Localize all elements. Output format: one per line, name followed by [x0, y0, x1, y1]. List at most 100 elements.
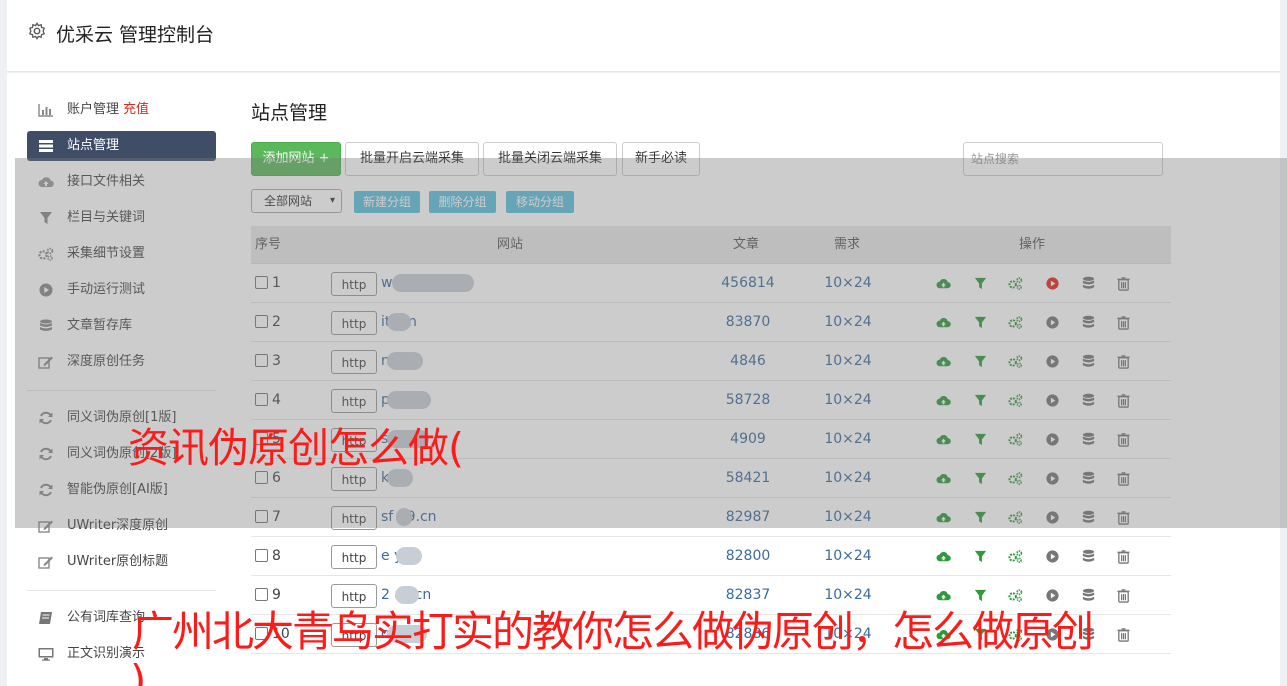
- recharge-link[interactable]: 充值: [123, 102, 149, 117]
- filter-icon[interactable]: [973, 393, 988, 408]
- article-count[interactable]: 82800: [708, 537, 788, 575]
- gears-icon[interactable]: [1008, 354, 1023, 369]
- row-checkbox[interactable]: [255, 354, 268, 367]
- sidebar-item-ai-rewrite[interactable]: 智能伪原创[AI版]: [27, 472, 216, 508]
- cloud-upload-icon[interactable]: [936, 510, 951, 525]
- article-count[interactable]: 82987: [708, 498, 788, 536]
- filter-icon[interactable]: [973, 510, 988, 525]
- article-count[interactable]: 58728: [708, 381, 788, 419]
- demand-value[interactable]: 10×24: [811, 420, 885, 458]
- gears-icon[interactable]: [1008, 471, 1023, 486]
- gears-icon[interactable]: [1008, 510, 1023, 525]
- trash-icon[interactable]: [1116, 510, 1131, 525]
- batch-close-button[interactable]: 批量关闭云端采集: [483, 142, 617, 176]
- sidebar-item-collect-settings[interactable]: 采集细节设置: [27, 236, 216, 272]
- sidebar-item-uwriter-title[interactable]: UWriter原创标题: [27, 544, 216, 580]
- sidebar-item-deep-original[interactable]: 深度原创任务: [27, 344, 216, 380]
- play-circle-icon[interactable]: [1045, 549, 1060, 564]
- sidebar-item-uwriter-deep[interactable]: UWriter深度原创: [27, 508, 216, 544]
- batch-open-button[interactable]: 批量开启云端采集: [345, 142, 479, 176]
- filter-icon[interactable]: [973, 354, 988, 369]
- row-checkbox[interactable]: [255, 276, 268, 289]
- site-group-select[interactable]: 全部网站 ▾: [251, 189, 342, 213]
- trash-icon[interactable]: [1116, 588, 1131, 603]
- database-icon[interactable]: [1081, 549, 1096, 564]
- cloud-upload-icon[interactable]: [936, 354, 951, 369]
- demand-value[interactable]: 10×24: [811, 498, 885, 536]
- database-icon[interactable]: [1081, 471, 1096, 486]
- play-circle-icon[interactable]: [1045, 354, 1060, 369]
- article-count[interactable]: 58421: [708, 459, 788, 497]
- gears-icon[interactable]: [1008, 393, 1023, 408]
- gears-icon[interactable]: [1008, 276, 1023, 291]
- cloud-upload-icon[interactable]: [936, 315, 951, 330]
- site-search-input[interactable]: 站点搜索: [963, 142, 1163, 176]
- gears-icon[interactable]: [1008, 315, 1023, 330]
- database-icon[interactable]: [1081, 354, 1096, 369]
- demand-value[interactable]: 10×24: [811, 459, 885, 497]
- cloud-upload-icon[interactable]: [936, 393, 951, 408]
- trash-icon[interactable]: [1116, 432, 1131, 447]
- row-checkbox[interactable]: [255, 510, 268, 523]
- filter-icon[interactable]: [973, 315, 988, 330]
- demand-value[interactable]: 10×24: [811, 264, 885, 302]
- trash-icon[interactable]: [1116, 471, 1131, 486]
- demand-value[interactable]: 10×24: [811, 537, 885, 575]
- new-group-button[interactable]: 新建分组: [354, 191, 420, 213]
- demand-value[interactable]: 10×24: [811, 381, 885, 419]
- filter-icon[interactable]: [973, 471, 988, 486]
- add-site-button[interactable]: 添加网站 +: [251, 142, 341, 176]
- database-icon[interactable]: [1081, 276, 1096, 291]
- delete-group-button[interactable]: 删除分组: [429, 191, 496, 213]
- play-circle-icon[interactable]: [1045, 393, 1060, 408]
- sidebar-item-sites[interactable]: 站点管理: [27, 131, 216, 161]
- database-icon[interactable]: [1081, 315, 1096, 330]
- cloud-upload-icon[interactable]: [936, 549, 951, 564]
- database-icon[interactable]: [1081, 393, 1096, 408]
- row-checkbox[interactable]: [255, 315, 268, 328]
- table-row: 8httpe y.cn8280010×24: [251, 537, 1171, 576]
- trash-icon[interactable]: [1116, 354, 1131, 369]
- sidebar-item-interface[interactable]: 接口文件相关: [27, 164, 216, 200]
- gears-icon[interactable]: [1008, 432, 1023, 447]
- sidebar-item-article-store[interactable]: 文章暂存库: [27, 308, 216, 344]
- database-icon[interactable]: [1081, 432, 1096, 447]
- sidebar-item-account[interactable]: 账户管理 充值: [27, 92, 216, 128]
- row-checkbox[interactable]: [255, 549, 268, 562]
- article-count[interactable]: 456814: [708, 264, 788, 302]
- table-row: 2http itt.cn8387010×24: [251, 303, 1171, 342]
- edit-icon: [38, 519, 54, 533]
- trash-icon[interactable]: [1116, 627, 1131, 642]
- sidebar-item-manual-run[interactable]: 手动运行测试: [27, 272, 216, 308]
- row-checkbox[interactable]: [255, 393, 268, 406]
- filter-icon[interactable]: [973, 432, 988, 447]
- play-circle-icon[interactable]: [1045, 510, 1060, 525]
- play-circle-icon[interactable]: [1045, 315, 1060, 330]
- cloud-upload-icon[interactable]: [936, 471, 951, 486]
- cloud-upload-icon[interactable]: [936, 276, 951, 291]
- cloud-upload-icon[interactable]: [936, 432, 951, 447]
- sidebar-item-label: 账户管理: [67, 102, 120, 117]
- article-count[interactable]: 83870: [708, 303, 788, 341]
- play-circle-icon[interactable]: [1045, 276, 1060, 291]
- row-index: 2: [272, 314, 281, 330]
- demand-value[interactable]: 10×24: [811, 342, 885, 380]
- gears-icon[interactable]: [1008, 549, 1023, 564]
- sidebar-item-keywords[interactable]: 栏目与关键词: [27, 200, 216, 236]
- trash-icon[interactable]: [1116, 315, 1131, 330]
- move-group-button[interactable]: 移动分组: [506, 191, 574, 213]
- article-count[interactable]: 4846: [708, 342, 788, 380]
- trash-icon[interactable]: [1116, 549, 1131, 564]
- database-icon[interactable]: [1081, 510, 1096, 525]
- database-icon: [38, 319, 54, 333]
- demand-value[interactable]: 10×24: [811, 303, 885, 341]
- newbie-guide-button[interactable]: 新手必读: [622, 142, 700, 176]
- trash-icon[interactable]: [1116, 276, 1131, 291]
- filter-icon[interactable]: [973, 549, 988, 564]
- play-circle-icon[interactable]: [1045, 432, 1060, 447]
- trash-icon[interactable]: [1116, 393, 1131, 408]
- filter-icon[interactable]: [973, 276, 988, 291]
- article-count[interactable]: 4909: [708, 420, 788, 458]
- play-circle-icon[interactable]: [1045, 471, 1060, 486]
- sidebar-divider: [27, 390, 216, 391]
